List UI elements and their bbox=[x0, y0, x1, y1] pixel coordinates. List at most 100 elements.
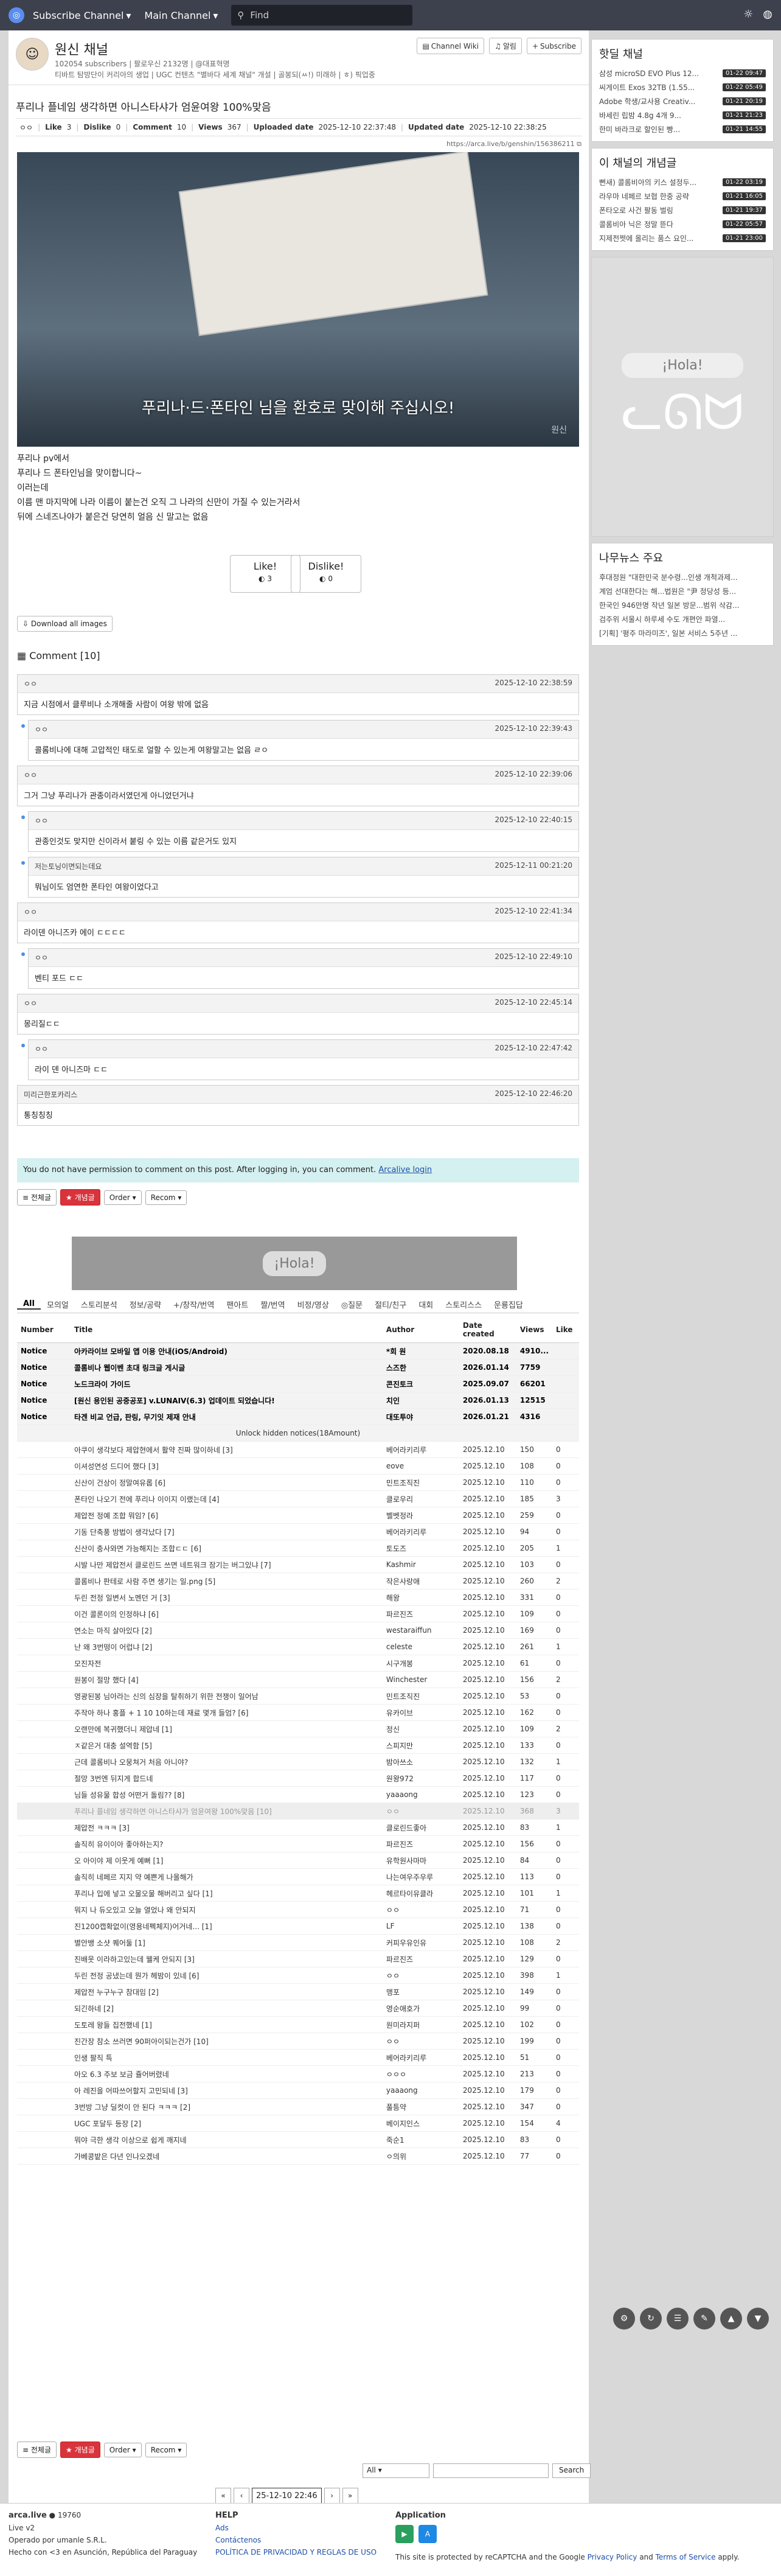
row-author[interactable]: ㅇㅇ bbox=[382, 1967, 459, 1984]
first-page-button[interactable]: « bbox=[215, 2488, 231, 2504]
row-author[interactable]: 베어라키리루 bbox=[382, 2049, 459, 2066]
row-author[interactable]: 민트조직진 bbox=[382, 1474, 459, 1491]
table-row[interactable]: 뭐야 극한 생각 이상으로 쉽게 깨지네 죽순1 2025.12.10 83 0 bbox=[17, 2131, 579, 2148]
row-author[interactable]: ㅇ의위 bbox=[382, 2148, 459, 2165]
best-posts-button[interactable]: ★ 개념글 bbox=[60, 1189, 100, 1206]
notification-icon[interactable]: ☼ bbox=[743, 8, 753, 21]
row-author[interactable]: 원미라지퍼 bbox=[382, 2016, 459, 2033]
comment-author[interactable]: ㅇㅇ bbox=[35, 952, 48, 963]
row-title[interactable]: 절망 3번엔 뒤지게 합드네 bbox=[71, 1770, 383, 1787]
table-row[interactable]: 제압전 ㅋㅋㅋ [3] 클로린드좋아 2025.12.10 83 1 bbox=[17, 1819, 579, 1836]
current-page-date[interactable]: 25-12-10 22:46 bbox=[252, 2488, 322, 2504]
row-title[interactable]: 푸리나 입에 넣고 오물오물 해버리고 싶다 [1] bbox=[71, 1885, 383, 1902]
row-author[interactable]: 유학원사마마 bbox=[382, 1852, 459, 1869]
table-row[interactable]: 되긴하네 [2] 영순애호가 2025.12.10 99 0 bbox=[17, 2000, 579, 2017]
row-author[interactable]: 원왕972 bbox=[382, 1770, 459, 1787]
ads-link[interactable]: Ads bbox=[215, 2524, 377, 2532]
row-title[interactable]: 콜롬비나 판테로 사람 주면 생기는 일.png [5] bbox=[71, 1572, 383, 1590]
main-channel-dropdown[interactable]: Main Channel ▾ bbox=[144, 10, 218, 21]
sidebar-item[interactable]: 폰타오로 사건 팔동 벌링 01-21 19:37 bbox=[592, 203, 773, 217]
category-tab[interactable]: 정보/공략 bbox=[123, 1299, 167, 1310]
category-tab[interactable]: 스토리분석 bbox=[75, 1299, 123, 1310]
all-posts-button[interactable]: ≡ 전체글 bbox=[17, 1189, 57, 1206]
news-item[interactable]: 한국인 946만명 작년 일본 방문...범위 삭감... bbox=[592, 598, 773, 612]
row-author[interactable]: 파르진즈 bbox=[382, 1950, 459, 1967]
channel-name[interactable]: 원신 채널 bbox=[55, 39, 108, 58]
subscribe-channel-dropdown[interactable]: Subscribe Channel ▾ bbox=[33, 10, 131, 21]
table-row[interactable]: 인생 팔직 특 베어라키리루 2025.12.10 51 0 bbox=[17, 2049, 579, 2066]
row-author[interactable]: 베어라키리루 bbox=[382, 1441, 459, 1458]
row-author[interactable]: celeste bbox=[382, 1638, 459, 1655]
best-posts-button[interactable]: ★ 개념글 bbox=[60, 2442, 100, 2458]
row-title[interactable]: 솔직히 유이이아 좋아하는지? bbox=[71, 1835, 383, 1852]
row-author[interactable]: 풀틍약 bbox=[382, 2098, 459, 2115]
hidden-notices-row[interactable]: Unlock hidden notices(18Amount) bbox=[17, 1425, 579, 1442]
recom-select[interactable]: Recom ▾ bbox=[145, 2442, 187, 2457]
row-title[interactable]: ㅈ같은거 대충 설역함 [5] bbox=[71, 1737, 383, 1754]
comment-author[interactable]: 미리근한포카리스 bbox=[24, 1089, 77, 1100]
table-row[interactable]: 제압전 누구누구 참대임 [2] 맹포 2025.12.10 149 0 bbox=[17, 1983, 579, 2000]
subscribe-button[interactable]: + Subscribe bbox=[526, 38, 581, 54]
table-row[interactable]: 가베콩밭은 다년 인나오겠네 ㅇ의위 2025.12.10 77 0 bbox=[17, 2148, 579, 2165]
table-row[interactable]: 시발 나만 제압전서 클로린드 쓰면 네트워크 잠기는 버그있냐 [7] Kash… bbox=[17, 1556, 579, 1573]
row-author[interactable]: 정신 bbox=[382, 1720, 459, 1737]
row-title[interactable]: 3번방 그냥 딜컷이 안 된다 ㅋㅋㅋ [2] bbox=[71, 2098, 383, 2115]
comment-author[interactable]: ㅇㅇ bbox=[24, 770, 37, 780]
row-author[interactable]: 베어라키리루 bbox=[382, 1523, 459, 1540]
row-title[interactable]: 두린 전정 일변서 노멘던 거 [3] bbox=[71, 1589, 383, 1606]
row-title[interactable]: 이셔성연성 드디어 했다 [3] bbox=[71, 1457, 383, 1475]
table-row[interactable]: ㅈ같은거 대충 설역함 [5] 스피지만 2025.12.10 133 0 bbox=[17, 1737, 579, 1754]
row-author[interactable]: 클로린드좋아 bbox=[382, 1819, 459, 1836]
contact-link[interactable]: Contáctenos bbox=[215, 2536, 377, 2544]
category-tab[interactable]: ◎질문 bbox=[335, 1299, 369, 1310]
row-title[interactable]: 난 왜 3번떵이 어럽냐 [2] bbox=[71, 1638, 383, 1655]
table-row[interactable]: 두린 전정 일변서 노멘던 거 [3] 해왕 2025.12.10 331 0 bbox=[17, 1589, 579, 1606]
category-tab[interactable]: 대회 bbox=[412, 1299, 439, 1310]
row-title[interactable]: 푸리나 플네임 생각하면 아니스타샤가 엄윤여왕 100%맞음 [10] bbox=[71, 1803, 383, 1820]
table-row[interactable]: 오 아이야 제 이웃게 예뻐 [1] 유학원사마마 2025.12.10 84 0 bbox=[17, 1852, 579, 1869]
last-page-button[interactable]: » bbox=[342, 2488, 358, 2504]
row-author[interactable]: 커피우유인유 bbox=[382, 1934, 459, 1951]
table-row[interactable]: 솔직히 네페르 지지 약 예쁜게 나올해가 나는여우주우루 2025.12.10 11… bbox=[17, 1868, 579, 1885]
channel-avatar[interactable]: ☺ bbox=[16, 38, 49, 71]
comment-author[interactable]: ㅇㅇ bbox=[35, 1044, 48, 1054]
arca-logo-icon[interactable]: ◎ bbox=[9, 7, 24, 23]
row-title[interactable]: 제압전 누구누구 참대임 [2] bbox=[71, 1983, 383, 2000]
row-author[interactable]: yaaaong bbox=[382, 1786, 459, 1803]
table-row[interactable]: 이셔성연성 드디어 했다 [3] eove 2025.12.10 108 0 bbox=[17, 1457, 579, 1475]
row-title[interactable]: 신산이 건상이 정말여유롭 [6] bbox=[71, 1474, 383, 1491]
login-link[interactable]: Arcalive login bbox=[378, 1165, 432, 1175]
table-row[interactable]: 영광된봉 님아라는 신의 심장을 탈취하기 위한 전쟁이 일어남 민트조직진 202… bbox=[17, 1688, 579, 1705]
footer-site[interactable]: arca.live bbox=[9, 2511, 47, 2520]
search-scope-select[interactable]: All ▾ bbox=[363, 2463, 429, 2478]
row-title[interactable]: 인생 팔직 특 bbox=[71, 2049, 383, 2066]
row-author[interactable]: 나는여우주우루 bbox=[382, 1868, 459, 1885]
row-author[interactable]: 죽순1 bbox=[382, 2131, 459, 2148]
row-title[interactable]: 뭐지 나 듀오있고 오늘 열었나 왜 안되지 bbox=[71, 1901, 383, 1918]
category-tab[interactable]: All bbox=[17, 1299, 41, 1310]
row-author[interactable]: 해왕 bbox=[382, 1589, 459, 1606]
row-author[interactable]: Kashmir bbox=[382, 1556, 459, 1573]
row-title[interactable]: 아쿠이 생각보다 제압현에서 활약 진짜 많이하네 [3] bbox=[71, 1441, 383, 1458]
post-permalink[interactable]: https://arca.live/b/genshin/156386211 ⧉ bbox=[446, 140, 581, 148]
prev-page-button[interactable]: ‹ bbox=[234, 2488, 249, 2504]
row-title[interactable]: 별안뱅 소샷 퀘어둘 [1] bbox=[71, 1934, 383, 1951]
row-author[interactable]: 베이지인스 bbox=[382, 2115, 459, 2132]
user-icon[interactable]: ◍ bbox=[763, 8, 772, 21]
row-author[interactable]: 시구개봉 bbox=[382, 1655, 459, 1672]
row-title[interactable]: 원봉이 절망 했다 [4] bbox=[71, 1671, 383, 1688]
category-tab[interactable]: 모의얼 bbox=[41, 1299, 75, 1310]
table-row[interactable]: 신산이 건상이 정말여유롭 [6] 민트조직진 2025.12.10 110 0 bbox=[17, 1474, 579, 1491]
table-row[interactable]: 솔직히 유이이아 좋아하는지? 파르진즈 2025.12.10 156 0 bbox=[17, 1835, 579, 1852]
comment-author[interactable]: ㅇㅇ bbox=[24, 998, 37, 1008]
post-video[interactable]: 푸리나·드·폰타인 님을 환호로 맞이해 주십시오! 원신 bbox=[17, 152, 579, 447]
order-select[interactable]: Order ▾ bbox=[103, 1190, 142, 1205]
row-author[interactable]: LF bbox=[382, 1918, 459, 1935]
category-tab[interactable]: 짤/번역 bbox=[254, 1299, 291, 1310]
table-row[interactable]: 진배웃 이라하고있는데 웰케 안되지 [3] 파르진즈 2025.12.10 129 0 bbox=[17, 1950, 579, 1967]
sidebar-item[interactable]: 바세린 립밤 4.8g 4개 9... 01-21 21:23 bbox=[592, 108, 773, 122]
table-row[interactable]: 푸리나 입에 넣고 오물오물 해버리고 싶다 [1] 헤르타이유클라 2025.12… bbox=[17, 1885, 579, 1902]
table-row[interactable]: 신산이 충사와면 가능해지는 조합ㄷㄷ [6] 토도즈 2025.12.10 205 1 bbox=[17, 1540, 579, 1557]
notice-title[interactable]: 아카라이브 모바일 앱 이용 안내(iOS/Android) bbox=[71, 1342, 383, 1360]
table-row[interactable]: 아 레진을 어따쓰어할지 고민되네 [3] yaaaong 2025.12.10 17… bbox=[17, 2082, 579, 2099]
